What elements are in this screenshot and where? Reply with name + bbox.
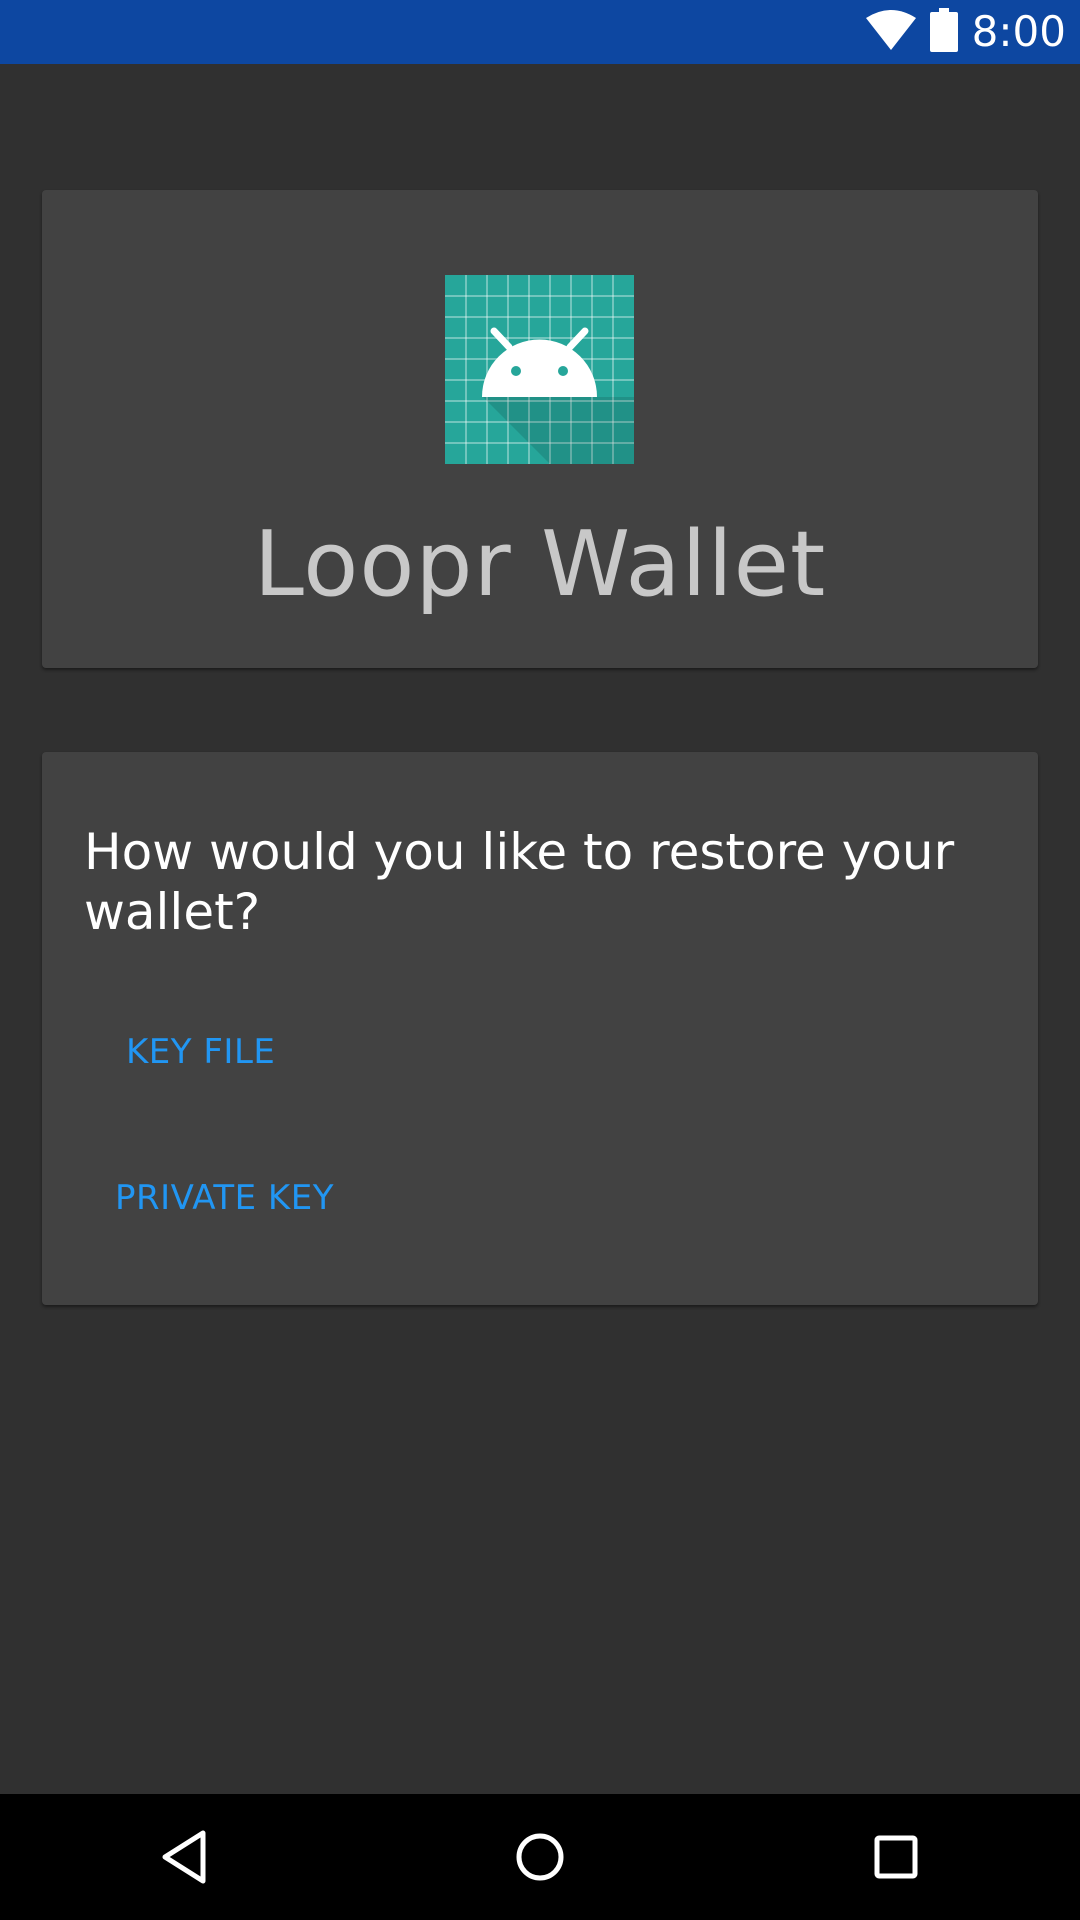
home-icon[interactable] xyxy=(502,1819,578,1895)
app-header-card: Loopr Wallet xyxy=(42,190,1038,668)
battery-icon xyxy=(929,7,958,57)
status-time: 8:00 xyxy=(971,7,1066,56)
status-icons: 8:00 xyxy=(865,0,1066,64)
restore-question: How would you like to restore your walle… xyxy=(84,823,955,941)
restore-wallet-screen: 8:00 Loopr Wallet How would you like to … xyxy=(0,0,1080,1920)
back-icon[interactable] xyxy=(146,1819,222,1895)
recents-icon[interactable] xyxy=(858,1819,934,1895)
android-icon xyxy=(445,275,634,464)
key-file-button[interactable]: KEY FILE xyxy=(126,1032,275,1072)
app-title: Loopr Wallet xyxy=(253,512,827,617)
navigation-bar xyxy=(0,1794,1080,1920)
status-bar: 8:00 xyxy=(0,0,1080,64)
restore-options-card: How would you like to restore your walle… xyxy=(42,752,1038,1305)
wifi-icon xyxy=(865,9,916,55)
private-key-button[interactable]: PRIVATE KEY xyxy=(115,1178,334,1218)
